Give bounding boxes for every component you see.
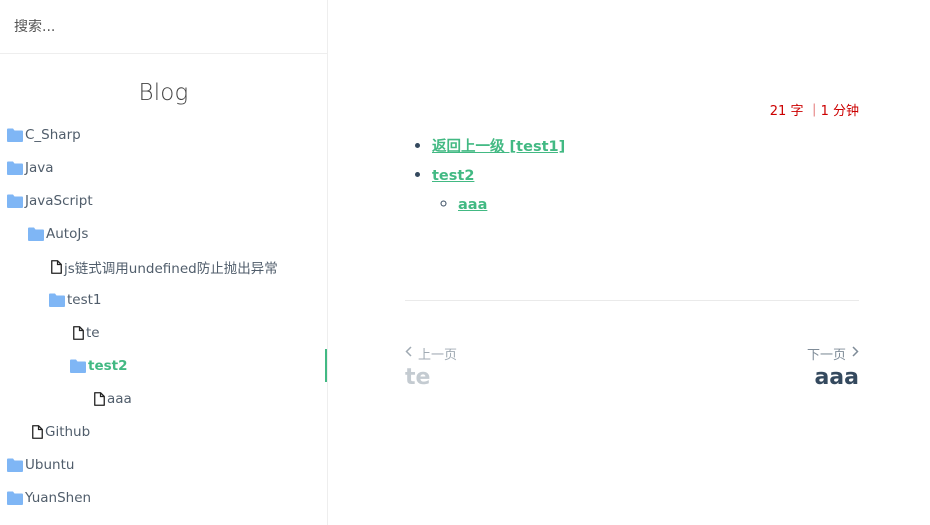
sidebar-item-yuanshen[interactable]: YuanShen [0, 481, 327, 514]
main-content: 21 字 ｜1 分钟 返回上一级 [test1] test2 aaa 上一页 t… [328, 0, 930, 525]
sidebar-item-js-chain-call[interactable]: js链式调用undefined防止抛出异常 [0, 250, 327, 283]
sidebar-item-aaa[interactable]: aaa [0, 382, 327, 415]
page-toc: 返回上一级 [test1] test2 aaa [406, 136, 565, 223]
search-bar [0, 0, 327, 54]
file-icon [51, 259, 62, 274]
sidebar-item-label: C_Sharp [25, 126, 81, 143]
pagination-prev-label: 上一页 [418, 348, 458, 363]
chevron-left-icon [405, 346, 412, 361]
sidebar: Blog C_Sharp Java JavaScript AutoJs js链式… [0, 0, 328, 525]
folder-icon [7, 161, 23, 175]
sidebar-item-autojs[interactable]: AutoJs [0, 217, 327, 250]
toc-link-test2[interactable]: test2 [432, 168, 474, 184]
sidebar-item-test1[interactable]: test1 [0, 283, 327, 316]
toc-item: aaa [458, 194, 565, 215]
sidebar-item-label: Ubuntu [25, 456, 75, 473]
folder-icon [28, 227, 44, 241]
pagination-next-label-row: 下一页 [807, 344, 859, 363]
sidebar-item-label: AutoJs [46, 225, 89, 242]
folder-icon [7, 128, 23, 142]
pagination-prev-title: te [405, 365, 431, 390]
word-count: 21 字 ｜1 分钟 [769, 104, 859, 119]
back-link[interactable]: 返回上一级 [test1] [432, 139, 565, 155]
app-name[interactable]: Blog [0, 80, 327, 106]
sidebar-item-test2[interactable]: test2 [0, 349, 327, 382]
sidebar-item-label: test1 [67, 291, 102, 308]
toc-item: 返回上一级 [test1] [432, 136, 565, 157]
file-icon [94, 391, 105, 406]
sidebar-item-github[interactable]: Github [0, 415, 327, 448]
toc-item: test2 aaa [432, 165, 565, 215]
sidebar-item-label: test2 [88, 357, 128, 374]
folder-icon [70, 359, 86, 373]
file-icon [73, 325, 84, 340]
folder-icon [7, 194, 23, 208]
pagination-next-title: aaa [814, 365, 859, 390]
sidebar-item-label: Github [45, 423, 91, 440]
folder-icon [7, 458, 23, 472]
toc-sublist: aaa [432, 194, 565, 215]
sidebar-item-te[interactable]: te [0, 316, 327, 349]
sidebar-item-label: aaa [107, 390, 132, 407]
chevron-right-icon [852, 346, 859, 361]
toc-link-aaa[interactable]: aaa [458, 197, 487, 213]
sidebar-item-label: te [86, 324, 100, 341]
folder-icon [49, 293, 65, 307]
sidebar-tree: C_Sharp Java JavaScript AutoJs js链式调用und… [0, 118, 327, 514]
sidebar-item-javascript[interactable]: JavaScript [0, 184, 327, 217]
pagination-next-label: 下一页 [806, 348, 846, 363]
sidebar-item-ubuntu[interactable]: Ubuntu [0, 448, 327, 481]
pagination-next[interactable]: 下一页 aaa [807, 344, 859, 390]
pagination-prev[interactable]: 上一页 te [405, 344, 457, 390]
file-icon [32, 424, 43, 439]
search-input[interactable] [14, 18, 313, 35]
sidebar-item-label: JavaScript [25, 192, 93, 209]
pagination-prev-label-row: 上一页 [405, 344, 457, 363]
sidebar-item-label: js链式调用undefined防止抛出异常 [64, 260, 278, 277]
sidebar-item-c-sharp[interactable]: C_Sharp [0, 118, 327, 151]
sidebar-item-label: Java [25, 159, 54, 176]
sidebar-item-java[interactable]: Java [0, 151, 327, 184]
sidebar-item-label: YuanShen [25, 489, 92, 506]
divider [405, 300, 859, 301]
folder-icon [7, 491, 23, 505]
